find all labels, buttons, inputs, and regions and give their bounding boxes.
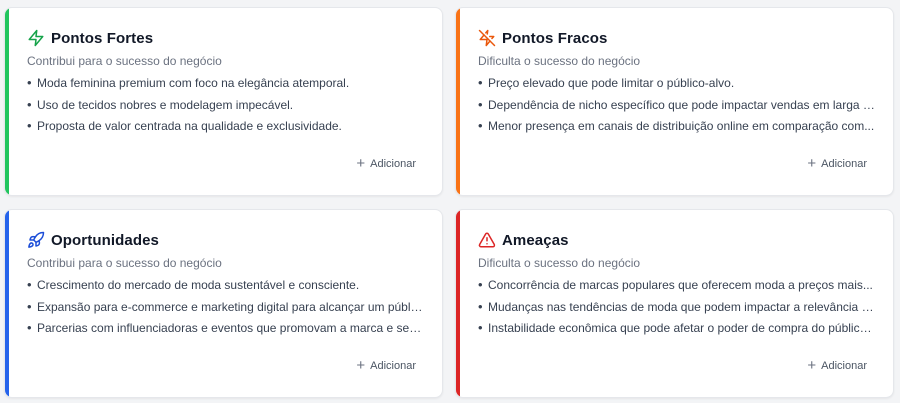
card-subtitle: Dificulta o sucesso do negócio <box>478 54 641 68</box>
rocket-icon <box>27 231 45 249</box>
zap-off-icon <box>478 29 496 47</box>
list-item[interactable]: • Moda feminina premium com foco na elegâ… <box>27 75 427 97</box>
add-button-label: Adicionar <box>370 360 416 372</box>
item-list: • Crescimento do mercado de moda sustentá… <box>27 277 427 342</box>
card-header: Oportunidades <box>27 230 159 250</box>
add-button-label: Adicionar <box>821 158 867 170</box>
add-item-button[interactable]: + Adicionar <box>803 358 871 374</box>
card-title: Pontos Fracos <box>502 29 608 47</box>
card-accent-bar <box>456 210 460 397</box>
card-subtitle: Dificulta o sucesso do negócio <box>478 256 641 270</box>
item-list: • Preço elevado que pode limitar o públic… <box>478 75 878 140</box>
swot-card-opportunities: Oportunidades Contribui para o sucesso d… <box>4 209 443 398</box>
item-list: • Concorrência de marcas populares que of… <box>478 277 878 342</box>
list-item[interactable]: • Parcerias com influenciadoras e eventos… <box>27 320 427 342</box>
card-header: Pontos Fortes <box>27 28 153 48</box>
card-accent-bar <box>456 8 460 195</box>
card-header: Ameaças <box>478 230 569 250</box>
add-item-button[interactable]: + Adicionar <box>352 358 420 374</box>
card-subtitle: Contribui para o sucesso do negócio <box>27 54 222 68</box>
card-title: Pontos Fortes <box>51 29 154 47</box>
plus-icon: + <box>356 357 366 374</box>
add-button-label: Adicionar <box>821 360 867 372</box>
list-item[interactable]: • Concorrência de marcas populares que of… <box>478 277 878 299</box>
card-subtitle: Contribui para o sucesso do negócio <box>27 256 222 270</box>
add-button-label: Adicionar <box>370 158 416 170</box>
card-header: Pontos Fracos <box>478 28 608 48</box>
swot-card-weaknesses: Pontos Fracos Dificulta o sucesso do neg… <box>455 7 894 196</box>
warning-triangle-icon <box>478 231 496 249</box>
list-item[interactable]: • Proposta de valor centrada na qualidade… <box>27 118 427 140</box>
swot-card-strengths: Pontos Fortes Contribui para o sucesso d… <box>4 7 443 196</box>
add-item-button[interactable]: + Adicionar <box>352 156 420 172</box>
plus-icon: + <box>807 357 817 374</box>
swot-card-threats: Ameaças Dificulta o sucesso do negócio •… <box>455 209 894 398</box>
zap-icon <box>27 29 45 47</box>
item-list: • Moda feminina premium com foco na elegâ… <box>27 75 427 140</box>
list-item[interactable]: • Expansão para e-commerce e marketing di… <box>27 299 427 321</box>
plus-icon: + <box>807 155 817 172</box>
list-item[interactable]: • Dependência de nicho específico que pod… <box>478 97 878 119</box>
list-item[interactable]: • Menor presença em canais de distribuiçã… <box>478 118 878 140</box>
card-title: Oportunidades <box>51 231 159 249</box>
list-item[interactable]: • Mudanças nas tendências de moda que pod… <box>478 299 878 321</box>
add-item-button[interactable]: + Adicionar <box>803 156 871 172</box>
card-title: Ameaças <box>502 231 569 249</box>
list-item[interactable]: • Uso de tecidos nobres e modelagem impec… <box>27 97 427 119</box>
plus-icon: + <box>356 155 366 172</box>
list-item[interactable]: • Crescimento do mercado de moda sustentá… <box>27 277 427 299</box>
list-item[interactable]: • Instabilidade econômica que pode afetar… <box>478 320 878 342</box>
card-accent-bar <box>5 8 9 195</box>
card-accent-bar <box>5 210 9 397</box>
list-item[interactable]: • Preço elevado que pode limitar o públic… <box>478 75 878 97</box>
